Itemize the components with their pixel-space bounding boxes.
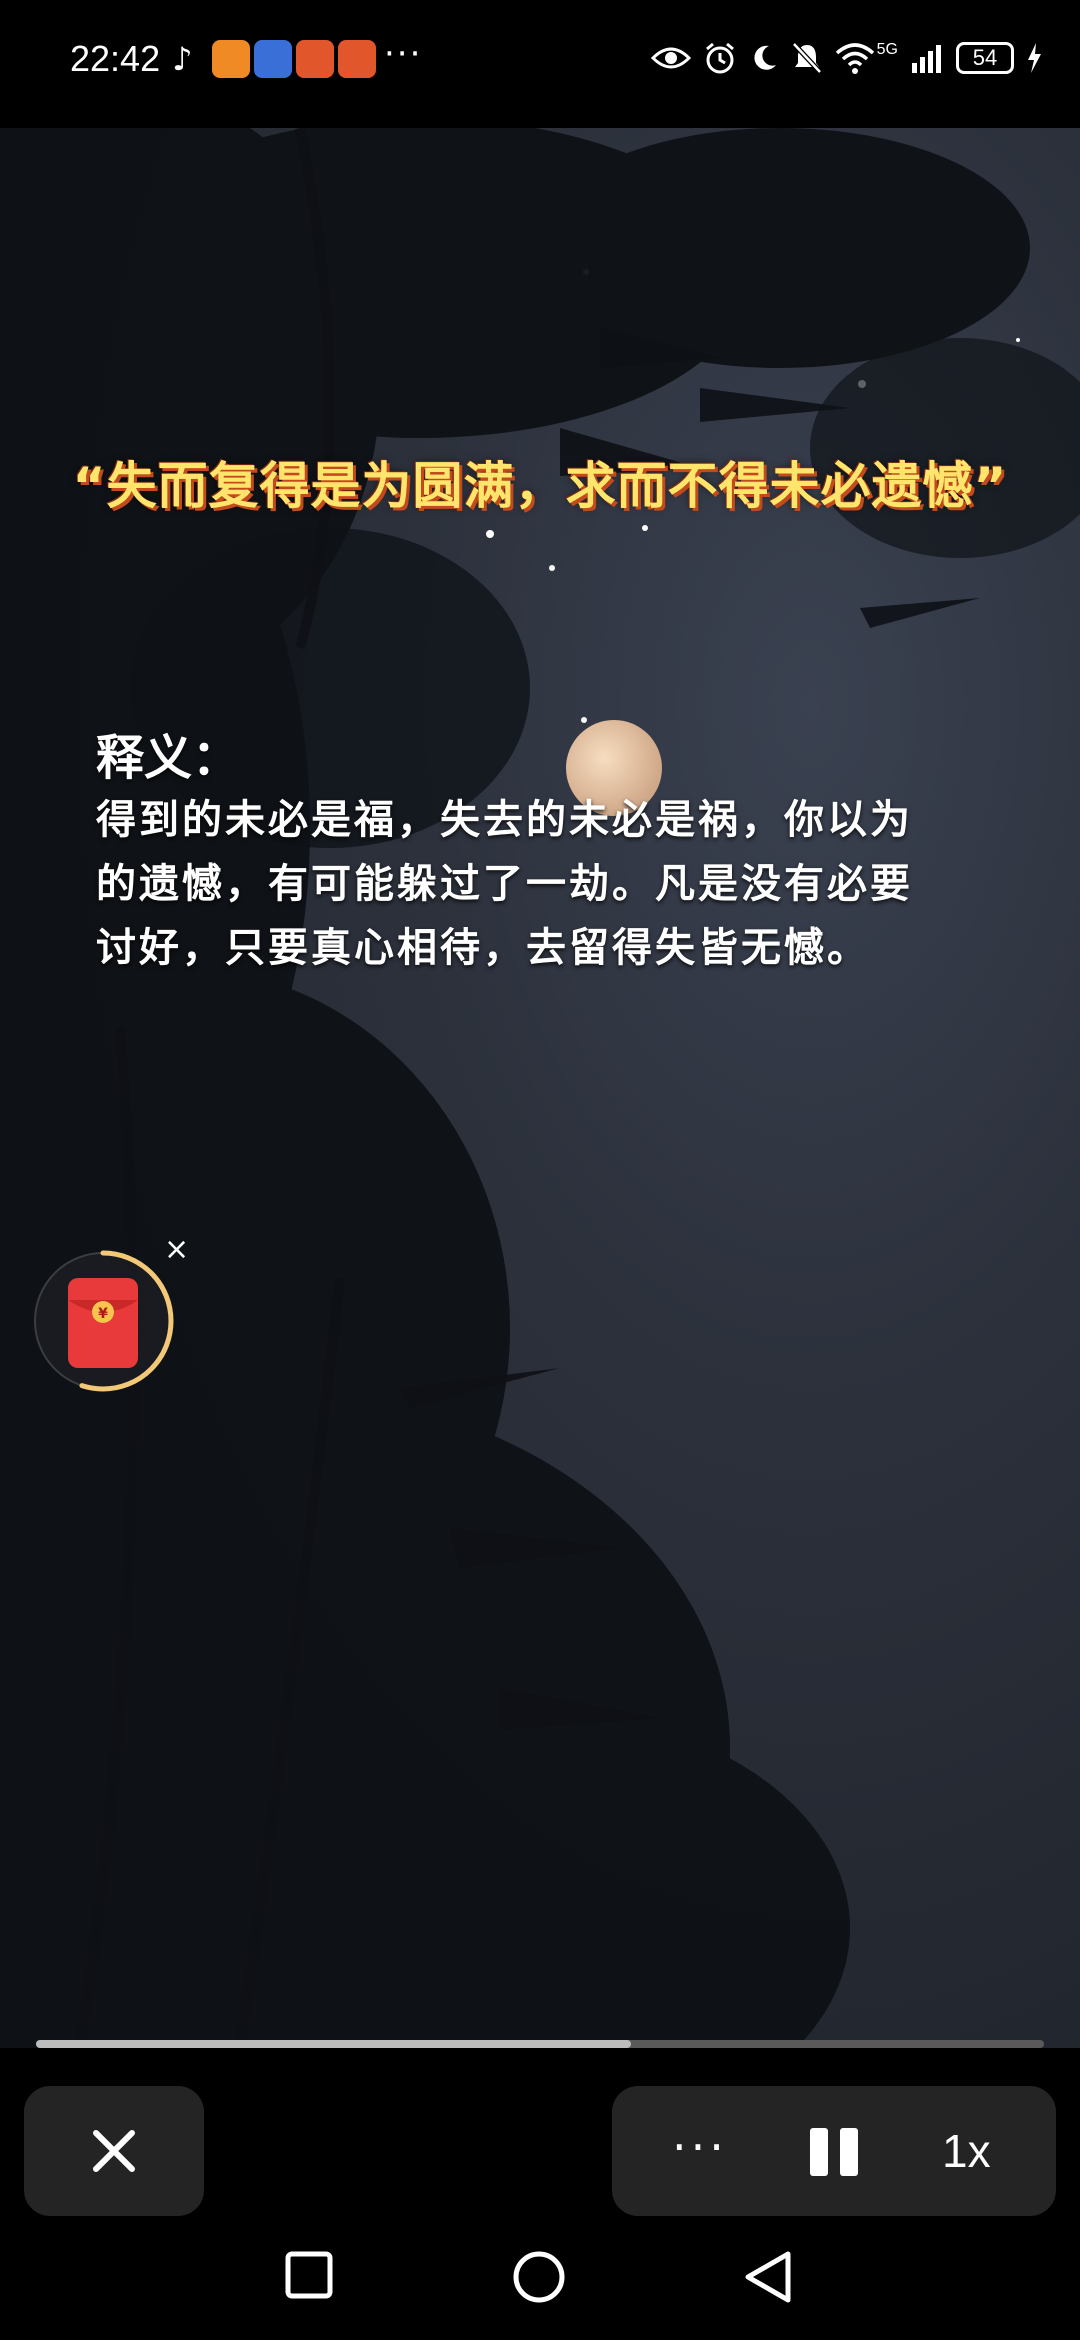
playback-speed-button[interactable]: 1x (942, 2124, 991, 2178)
network-type: 5G (876, 41, 898, 58)
playback-control-group: ··· 1x (612, 2086, 1056, 2216)
status-right-icons: 5G 54 (650, 36, 1042, 80)
status-bar: 22:42 ♪ ··· 5G 54 (0, 0, 1080, 128)
signal-icon (912, 45, 941, 73)
weibo-icon (296, 40, 334, 78)
video-progress-bar[interactable] (36, 2040, 1044, 2048)
alarm-icon (705, 42, 734, 74)
home-circle-icon[interactable] (512, 2250, 566, 2304)
battery-level: 54 (972, 45, 998, 70)
more-options-button[interactable]: ··· (672, 2120, 728, 2174)
video-player[interactable]: “失而复得是为圆满，求而不得未必遗憾” 释义： 得到的未必是福，失去的未必是祸，… (0, 128, 1080, 2048)
close-icon (93, 2130, 135, 2172)
back-triangle-icon[interactable] (742, 2250, 794, 2304)
envelope-symbol: ¥ (98, 1306, 108, 1322)
meaning-line: 得到的未必是福，失去的未必是祸，你以为 (96, 796, 913, 843)
recents-square-icon[interactable] (284, 2250, 334, 2300)
envelope-close-icon[interactable]: × (164, 1232, 189, 1267)
meaning-title: 释义： (96, 730, 241, 786)
video-progress-fill (36, 2040, 631, 2048)
system-navigation-bar (0, 2228, 1080, 2340)
weibo-icon (338, 40, 376, 78)
night-bamboo-background (0, 128, 1080, 2048)
video-quote-text: “失而复得是为圆满，求而不得未必遗憾” (72, 457, 1008, 515)
orange-app-icon (212, 40, 250, 78)
bamboo-foliage (0, 128, 1080, 2048)
more-notifications-icon: ··· (384, 34, 423, 74)
close-button[interactable] (24, 2086, 204, 2216)
meaning-line: 的遗憾，有可能躲过了一劫。凡是没有必要 (96, 860, 913, 907)
pause-button[interactable] (808, 2126, 862, 2178)
meaning-body: 得到的未必是福，失去的未必是祸，你以为 的遗憾，有可能躲过了一劫。凡是没有必要 … (96, 788, 996, 980)
charging-icon (1028, 43, 1041, 73)
red-envelope-widget[interactable]: ¥ (30, 1248, 176, 1394)
playback-controls: ··· 1x (0, 2048, 1080, 2228)
battery-icon: 54 (956, 42, 1014, 74)
meaning-line: 讨好，只要真心相待，去留得失皆无憾。 (96, 924, 870, 971)
wifi-icon (835, 43, 874, 74)
red-envelope-icon[interactable]: ¥ (30, 1248, 176, 1394)
eye-icon (650, 47, 691, 69)
status-time: 22:42 (70, 38, 161, 79)
blue-app-icon (254, 40, 292, 78)
moon-icon (754, 45, 776, 70)
tiktok-icon: ♪ (172, 40, 193, 78)
mute-icon (791, 42, 822, 74)
